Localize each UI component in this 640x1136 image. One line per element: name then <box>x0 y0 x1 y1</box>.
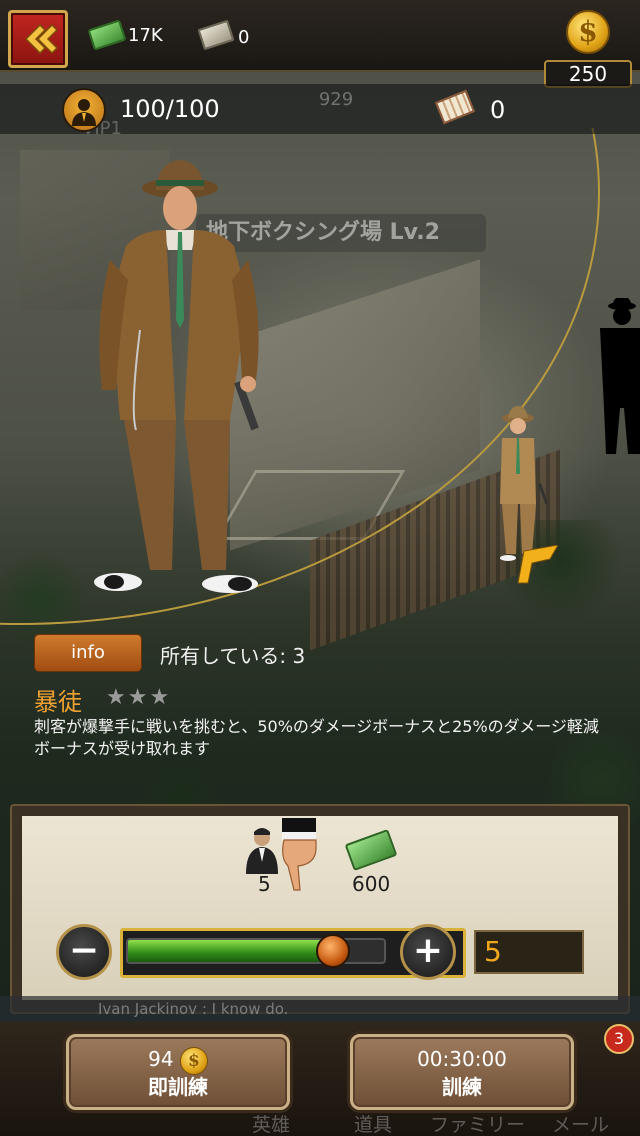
instant-train-label: 即訓練 <box>148 1075 208 1099</box>
stamina-value: 100/100 <box>120 95 220 123</box>
nav-item-family[interactable]: ファミリー <box>430 1110 525 1136</box>
star-rating: ★★★ <box>106 685 172 710</box>
instant-cost-row: 94 $ <box>69 1045 287 1075</box>
mail-badge: 3 <box>604 1024 634 1054</box>
nav-item-mail[interactable]: メール <box>552 1110 609 1136</box>
unit-count: 5 <box>258 872 271 896</box>
instant-cost: 94 <box>148 1047 174 1071</box>
decrease-button[interactable]: − <box>56 924 112 980</box>
corner-flag-icon <box>517 545 558 584</box>
unit-agent-icon <box>246 828 278 874</box>
train-label: 訓練 <box>442 1075 482 1099</box>
nav-item-items[interactable]: 道具 <box>354 1110 392 1136</box>
train-time: 00:30:00 <box>417 1047 507 1071</box>
skill-description: 刺客が爆撃手に戦いを挑むと、50%のダメージボーナスと25%のダメージ軽減ボーナ… <box>34 717 599 758</box>
double-chevron-left-icon <box>24 23 58 55</box>
skill-name: 暴徒 <box>34 688 82 716</box>
slider-fill <box>128 940 333 962</box>
agent-silhouette-icon <box>72 99 96 126</box>
quantity-input[interactable]: 5 <box>474 930 584 974</box>
ticket-value: 0 <box>490 96 506 124</box>
next-hero-silhouette[interactable] <box>590 298 640 458</box>
nav-item-heroes[interactable]: 英雄 <box>252 1110 290 1136</box>
stamina-icon <box>62 88 106 132</box>
pointing-hand-icon <box>282 818 317 891</box>
instant-train-button[interactable]: 94 $ 即訓練 <box>66 1034 290 1110</box>
increase-button[interactable]: + <box>400 924 456 980</box>
gold-coin-icon: $ <box>179 1046 208 1075</box>
info-button[interactable]: info <box>34 634 142 672</box>
train-button[interactable]: 00:30:00 訓練 <box>350 1034 574 1110</box>
slider-handle[interactable] <box>315 934 350 968</box>
hero-portrait <box>94 160 259 593</box>
paper-value: 0 <box>238 27 250 48</box>
hero-thumbnail[interactable] <box>488 404 558 564</box>
chat-ticker[interactable]: Ivan Jackinov : I know do. <box>0 996 640 1022</box>
owned-count: 所有している: 3 <box>160 644 306 668</box>
cash-value: 17K <box>128 25 163 46</box>
back-button[interactable] <box>8 10 68 68</box>
background-counter: 929 <box>318 89 354 110</box>
training-cost: 600 <box>352 872 391 896</box>
gold-coin-icon[interactable]: $ <box>566 10 610 54</box>
